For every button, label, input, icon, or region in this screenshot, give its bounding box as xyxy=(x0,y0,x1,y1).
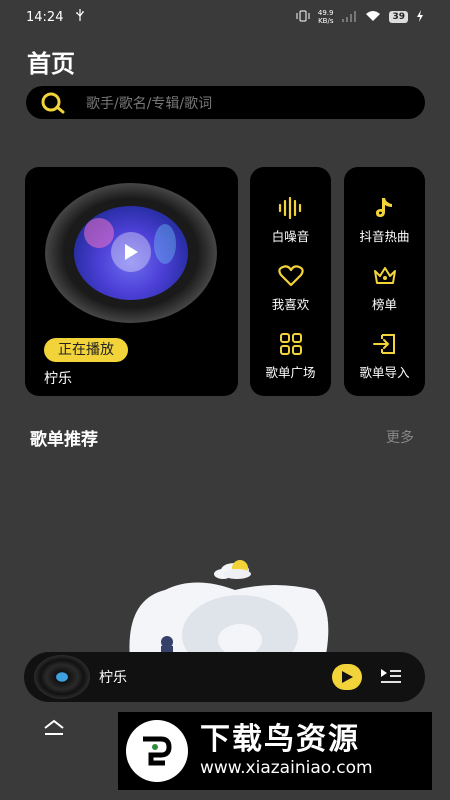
status-time: 14:24 xyxy=(26,9,64,25)
bird-logo-icon xyxy=(126,720,188,782)
menu-item-label: 抖音热曲 xyxy=(359,229,410,244)
watermark-url: www.xiazainiao.com xyxy=(200,758,373,778)
sound-wave-icon xyxy=(277,195,305,221)
more-link[interactable]: 更多 xyxy=(386,427,414,447)
menu-item-label: 白噪音 xyxy=(271,229,310,244)
search-input[interactable]: 歌手/歌名/专辑/歌词 xyxy=(86,93,212,113)
mini-player-play-button[interactable] xyxy=(332,664,362,690)
mini-player[interactable]: 柠乐 xyxy=(24,652,425,702)
search-bar[interactable]: 歌手/歌名/专辑/歌词 xyxy=(26,86,425,119)
menu-item-label: 榜单 xyxy=(371,297,397,312)
watermark-title: 下载鸟资源 xyxy=(200,722,360,757)
section-title-recommended-playlists: 歌单推荐 xyxy=(30,430,98,450)
vibrate-icon xyxy=(296,10,310,25)
menu-item-favorites[interactable]: 我喜欢 xyxy=(250,263,331,323)
menu-column-b: 抖音热曲 榜单 歌单导入 xyxy=(344,167,425,396)
now-playing-card[interactable]: 正在播放 柠乐 xyxy=(25,167,238,396)
heart-icon xyxy=(277,263,304,289)
empty-state-illustration xyxy=(125,560,335,675)
playlist-queue-icon[interactable] xyxy=(380,667,402,689)
menu-column-a: 白噪音 我喜欢 歌单广场 xyxy=(250,167,331,396)
play-icon xyxy=(342,671,353,683)
mini-player-title: 柠乐 xyxy=(99,670,127,686)
menu-item-label: 歌单广场 xyxy=(265,365,316,380)
menu-item-douyin-hits[interactable]: 抖音热曲 xyxy=(344,195,425,255)
status-bar: 14:24 49.9 KB/s 39 xyxy=(0,0,450,34)
page-title: 首页 xyxy=(27,50,75,78)
signal-icon xyxy=(341,10,357,25)
menu-item-label: 我喜欢 xyxy=(271,297,310,312)
watermark-overlay: 下载鸟资源 www.xiazainiao.com xyxy=(118,712,432,790)
grid-icon xyxy=(279,331,303,357)
net-speed-value: 49.9 xyxy=(317,9,334,17)
album-cover xyxy=(74,206,188,300)
now-playing-badge: 正在播放 xyxy=(44,338,128,362)
menu-item-playlist-import[interactable]: 歌单导入 xyxy=(344,331,425,391)
search-icon xyxy=(41,92,65,113)
usb-icon xyxy=(75,9,85,25)
net-speed-unit: KB/s xyxy=(318,17,334,25)
menu-item-white-noise[interactable]: 白噪音 xyxy=(250,195,331,255)
play-icon[interactable] xyxy=(111,232,151,272)
battery-indicator: 39 xyxy=(389,11,408,23)
menu-item-label: 歌单导入 xyxy=(359,365,410,380)
net-speed: 49.9 KB/s xyxy=(318,9,334,25)
mini-player-disc xyxy=(34,655,90,699)
wifi-icon xyxy=(365,10,381,25)
tiktok-icon xyxy=(373,195,397,221)
now-playing-song-title: 柠乐 xyxy=(44,371,72,387)
chevron-up-icon[interactable] xyxy=(42,718,66,742)
menu-item-charts[interactable]: 榜单 xyxy=(344,263,425,323)
menu-item-playlist-square[interactable]: 歌单广场 xyxy=(250,331,331,391)
charging-icon xyxy=(416,9,424,25)
vinyl-record xyxy=(45,183,217,323)
import-icon xyxy=(372,331,398,357)
crown-icon xyxy=(372,263,398,289)
